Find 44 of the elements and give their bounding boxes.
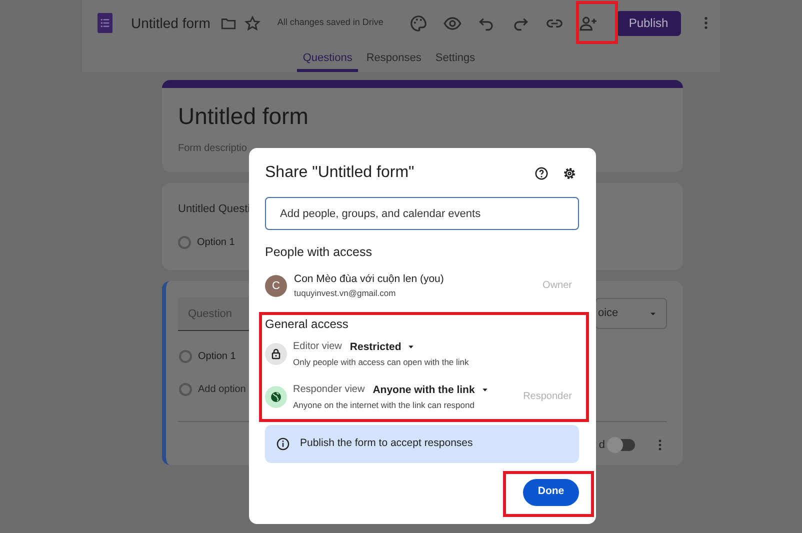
radio-button[interactable] (178, 236, 191, 248)
palette-icon[interactable] (409, 14, 428, 32)
avatar: C (265, 274, 287, 297)
section-heading: General access (265, 316, 350, 331)
option-label[interactable]: Option 1 (198, 349, 236, 364)
publish-button[interactable]: Publish (616, 10, 681, 36)
question-title: Untitled Questi (178, 202, 250, 217)
access-dropdown[interactable]: Restricted (350, 340, 416, 354)
lock-icon (265, 342, 287, 365)
radio-button[interactable] (179, 383, 192, 396)
form-title[interactable]: Untitled form (131, 12, 210, 34)
caret-icon (480, 386, 489, 394)
caret-icon (407, 342, 416, 351)
role-label: Owner (542, 279, 572, 294)
tab[interactable]: Settings (429, 46, 482, 72)
access-description: Only people with access can open with the link (293, 356, 469, 368)
dropdown-text: oice (598, 306, 618, 322)
role-label: Responder (523, 390, 572, 404)
globe-icon (265, 386, 287, 408)
required-label: d (598, 438, 605, 453)
tab[interactable]: Responses (360, 46, 428, 72)
settings-icon[interactable] (562, 166, 577, 180)
info-icon (276, 436, 290, 451)
radio-button[interactable] (179, 350, 192, 363)
access-description: Anyone on the internet with the link can respond (293, 400, 476, 411)
required-toggle[interactable] (609, 439, 635, 452)
help-icon[interactable] (534, 166, 549, 180)
access-label: Editor view (293, 340, 342, 354)
star-icon[interactable] (244, 14, 262, 32)
section-heading: People with access (265, 244, 374, 261)
dialog-title: Share "Untitled form" (265, 163, 414, 183)
option-label[interactable]: Add option (198, 382, 246, 397)
info-text: Publish the form to accept responses (300, 436, 473, 451)
done-button[interactable]: Done (523, 478, 579, 506)
person-email: tuquyinvest.vn@gmail.com (294, 286, 397, 299)
person-name: Con Mèo đùa với cuộn len (you) (294, 272, 444, 286)
access-dropdown[interactable]: Anyone with the link (372, 382, 489, 397)
option-label[interactable]: Option 1 (197, 234, 235, 250)
form-title-heading: Untitled form (178, 102, 310, 130)
tab[interactable]: Questions (296, 46, 358, 72)
annotation-frame (576, 1, 618, 44)
access-label: Responder view (293, 382, 365, 397)
save-status: All changes saved in Drive (277, 16, 384, 30)
search-field[interactable]: Add people, groups, and calendar events (265, 197, 579, 230)
